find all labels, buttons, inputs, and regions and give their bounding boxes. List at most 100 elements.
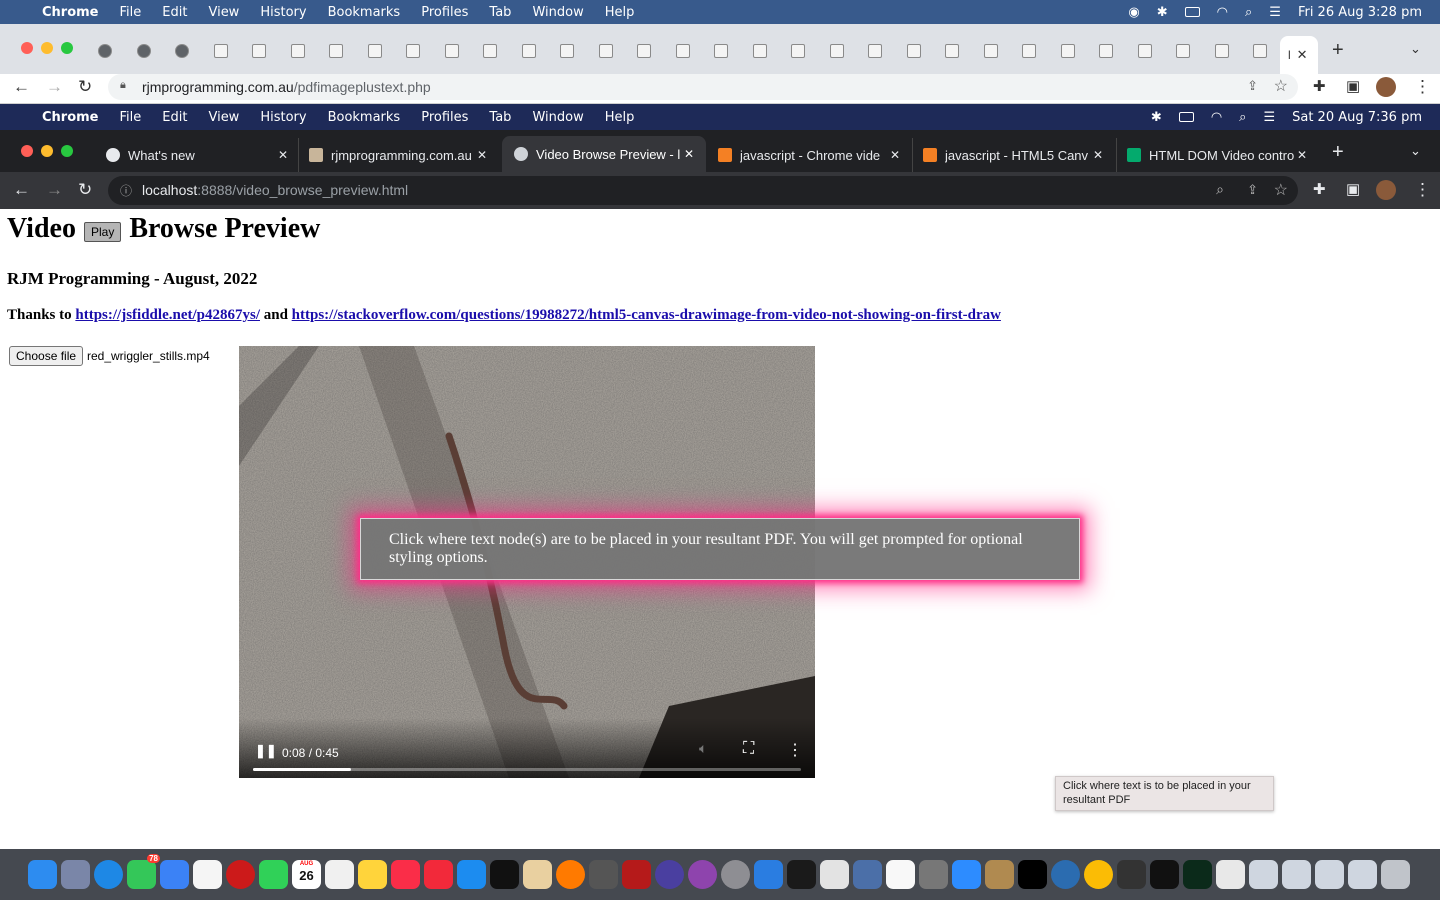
inner-omnibox[interactable]: ⓘ localhost:8888/video_browse_preview.ht… — [108, 176, 1298, 205]
menu-window[interactable]: Window — [532, 5, 583, 20]
calculator-icon[interactable] — [589, 860, 618, 889]
mail-icon[interactable] — [160, 860, 189, 889]
outer-tab[interactable] — [329, 42, 359, 60]
recent-screenshot-icon[interactable] — [1348, 860, 1377, 889]
search-icon[interactable]: ⌕ — [1245, 5, 1252, 20]
close-tab-icon[interactable]: ✕ — [684, 147, 694, 161]
menu-history[interactable]: History — [260, 110, 306, 125]
zoom-app-icon[interactable] — [952, 860, 981, 889]
stackoverflow-link[interactable]: https://stackoverflow.com/questions/1998… — [292, 307, 1001, 323]
news-icon[interactable] — [424, 860, 453, 889]
bookmark-star-icon[interactable]: ☆ — [1274, 180, 1288, 200]
outer-tab[interactable] — [714, 42, 744, 60]
outer-tab[interactable] — [1214, 42, 1245, 60]
media-icon[interactable]: ◉ — [1128, 5, 1139, 20]
pause-icon[interactable]: ❚❚ — [255, 743, 277, 759]
notes-icon[interactable] — [358, 860, 387, 889]
recent-screenshot-icon[interactable] — [1315, 860, 1344, 889]
tab-search-chevron-icon[interactable]: ⌄ — [1410, 42, 1421, 55]
zoom-window-button[interactable] — [61, 145, 73, 157]
outer-tab[interactable] — [829, 42, 860, 60]
calendar-icon[interactable]: AUG 26 — [292, 860, 321, 889]
outer-tab[interactable] — [1137, 42, 1168, 60]
reload-icon[interactable]: ↻ — [78, 78, 92, 95]
menu-view[interactable]: View — [208, 110, 239, 125]
menu-bookmarks[interactable]: Bookmarks — [328, 110, 401, 125]
menu-view[interactable]: View — [208, 5, 239, 20]
jsfiddle-link[interactable]: https://jsfiddle.net/p42867ys/ — [75, 307, 260, 323]
wifi-icon[interactable]: ◠ — [1211, 110, 1222, 125]
outer-tab[interactable] — [752, 42, 783, 60]
bluetooth-icon[interactable]: ✱ — [1157, 5, 1168, 20]
close-window-button[interactable] — [21, 42, 33, 54]
activity-monitor-icon[interactable] — [1183, 860, 1212, 889]
search-icon[interactable]: ⌕ — [1239, 110, 1246, 125]
music-icon[interactable] — [391, 860, 420, 889]
outer-tab[interactable] — [598, 42, 629, 60]
menu-edit[interactable]: Edit — [162, 110, 187, 125]
outer-tab[interactable] — [290, 42, 321, 60]
instruction-overlay[interactable]: Click where text node(s) are to be place… — [360, 518, 1080, 580]
battery-charging-icon[interactable] — [1178, 112, 1194, 122]
messages-icon[interactable]: 78 — [127, 854, 160, 889]
video-more-icon[interactable]: ⋮ — [787, 740, 803, 760]
outer-tab[interactable] — [521, 42, 552, 60]
outer-tab[interactable] — [367, 42, 398, 60]
menu-tab[interactable]: Tab — [489, 110, 511, 125]
chrome-icon[interactable] — [1084, 860, 1113, 889]
podcasts-icon[interactable] — [688, 860, 717, 889]
photos-icon[interactable] — [193, 860, 222, 889]
app-store-icon[interactable] — [457, 860, 486, 889]
outer-tab[interactable] — [98, 42, 128, 60]
quicktime-icon[interactable] — [1051, 860, 1080, 889]
launchpad-icon[interactable] — [61, 860, 90, 889]
outer-tab[interactable] — [1099, 42, 1129, 60]
finder-icon[interactable] — [28, 860, 57, 889]
battery-icon[interactable] — [1184, 7, 1200, 17]
outer-tab[interactable] — [483, 42, 513, 60]
zoom-icon[interactable]: ⌕ — [1216, 181, 1224, 198]
menu-profiles[interactable]: Profiles — [421, 5, 468, 20]
close-tab-icon[interactable]: ✕ — [477, 148, 487, 162]
intellij-icon[interactable] — [1018, 860, 1047, 889]
forward-icon[interactable]: → — [46, 78, 63, 95]
mute-icon[interactable]: 🔈︎ — [699, 742, 707, 758]
video-progress-bar[interactable] — [253, 768, 801, 771]
outer-tab[interactable] — [406, 42, 436, 60]
outer-tab[interactable] — [637, 42, 667, 60]
firefox-icon[interactable] — [556, 860, 585, 889]
back-icon[interactable]: ← — [13, 181, 30, 198]
bbedit-icon[interactable] — [655, 860, 684, 889]
outer-active-tab[interactable]: l ✕ — [1280, 36, 1318, 74]
outer-tab[interactable] — [983, 42, 1014, 60]
xcode-icon[interactable] — [754, 860, 783, 889]
share-icon[interactable]: ⇪ — [1247, 78, 1258, 94]
zoom-window-button[interactable] — [61, 42, 73, 54]
close-tab-icon[interactable]: ✕ — [1297, 148, 1307, 162]
terminal-window-icon[interactable] — [1150, 860, 1179, 889]
control-center-icon[interactable]: ☰ — [1269, 5, 1281, 20]
forward-icon[interactable]: → — [46, 181, 63, 198]
play-button[interactable]: Play — [83, 222, 122, 242]
new-tab-icon[interactable]: + — [1332, 142, 1344, 162]
outer-tab[interactable] — [791, 42, 821, 60]
outer-tab[interactable] — [444, 42, 475, 60]
back-icon[interactable]: ← — [13, 78, 30, 95]
elephant-app-icon[interactable] — [820, 860, 849, 889]
opera-icon[interactable] — [226, 860, 255, 889]
profile-avatar[interactable] — [1376, 180, 1396, 200]
fullscreen-icon[interactable]: ⛶ — [743, 740, 754, 758]
inner-tab-javascript-chrome[interactable]: javascript - Chrome vide ✕ — [708, 138, 908, 172]
recent-screenshot-icon[interactable] — [1282, 860, 1311, 889]
preview-icon[interactable] — [853, 860, 882, 889]
close-tab-icon[interactable]: ✕ — [1093, 148, 1103, 162]
menu-file[interactable]: File — [120, 5, 142, 20]
menu-tab[interactable]: Tab — [489, 5, 511, 20]
outer-tab[interactable] — [252, 42, 282, 60]
reminders-icon[interactable] — [325, 860, 354, 889]
outer-tab[interactable] — [1060, 42, 1091, 60]
trash-icon[interactable] — [1381, 860, 1410, 889]
chrome-menu-icon[interactable]: ⋮ — [1414, 181, 1431, 198]
outer-tab[interactable] — [1253, 42, 1283, 60]
file-icon[interactable] — [1216, 860, 1245, 889]
